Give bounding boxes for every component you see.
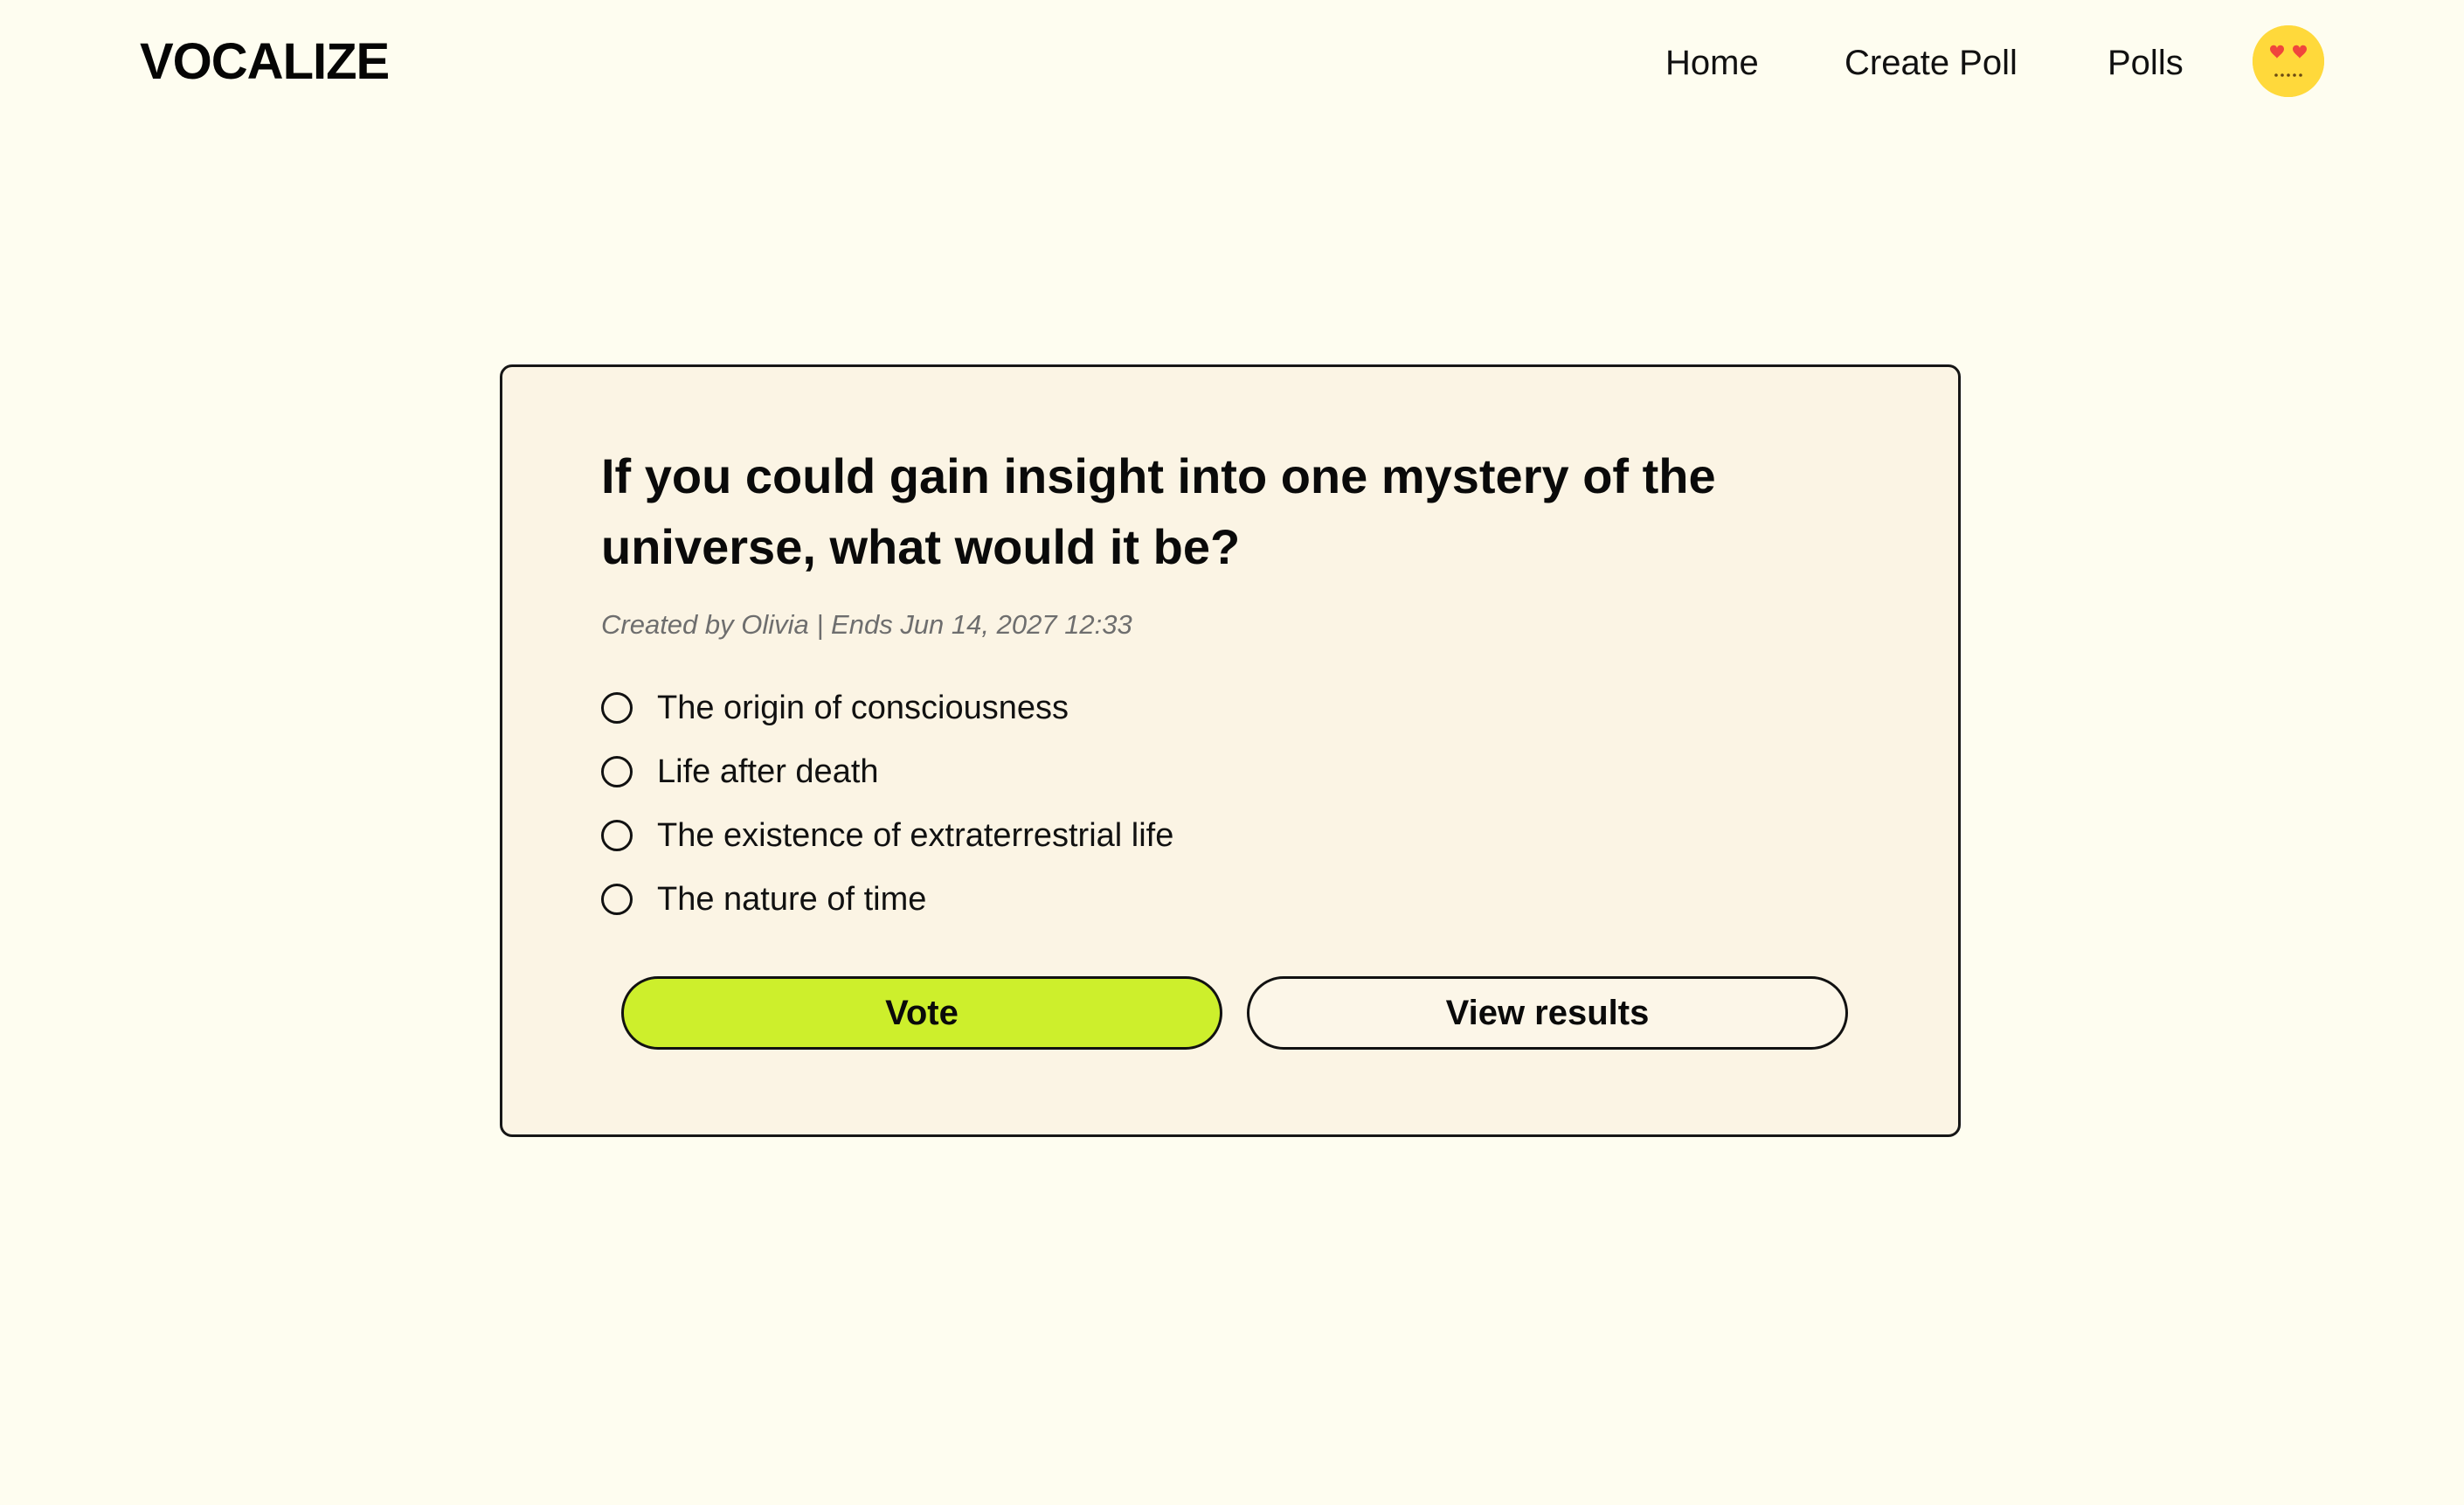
poll-option[interactable]: Life after death bbox=[601, 739, 1173, 803]
radio-button[interactable] bbox=[601, 819, 633, 851]
option-label: Life after death bbox=[657, 752, 879, 790]
top-navbar: VOCALIZE Home Create Poll Polls bbox=[0, 0, 2464, 122]
heart-eyes-face-icon bbox=[2253, 25, 2324, 97]
vote-button[interactable]: Vote bbox=[621, 976, 1222, 1050]
option-label: The nature of time bbox=[657, 880, 927, 918]
poll-option[interactable]: The origin of consciousness bbox=[601, 676, 1173, 739]
poll-question: If you could gain insight into one myste… bbox=[601, 448, 1716, 574]
option-label: The origin of consciousness bbox=[657, 689, 1069, 726]
option-label: The existence of extraterrestrial life bbox=[657, 816, 1174, 854]
view-results-button[interactable]: View results bbox=[1247, 976, 1848, 1050]
nav-home-link[interactable]: Home bbox=[1665, 37, 1759, 89]
radio-button[interactable] bbox=[601, 691, 633, 724]
user-avatar[interactable] bbox=[2253, 25, 2324, 97]
app-logo[interactable]: VOCALIZE bbox=[140, 31, 390, 93]
poll-option[interactable]: The nature of time bbox=[601, 867, 1173, 931]
poll-meta: Created by Olivia | Ends Jun 14, 2027 12… bbox=[601, 609, 1132, 640]
poll-options: The origin of consciousness Life after d… bbox=[601, 676, 1173, 931]
nav-create-poll-link[interactable]: Create Poll bbox=[1845, 37, 2018, 89]
radio-button[interactable] bbox=[601, 755, 633, 787]
poll-option[interactable]: The existence of extraterrestrial life bbox=[601, 803, 1173, 867]
radio-button[interactable] bbox=[601, 883, 633, 915]
poll-card: If you could gain insight into one myste… bbox=[500, 364, 1961, 1137]
nav-polls-link[interactable]: Polls bbox=[2108, 37, 2184, 89]
